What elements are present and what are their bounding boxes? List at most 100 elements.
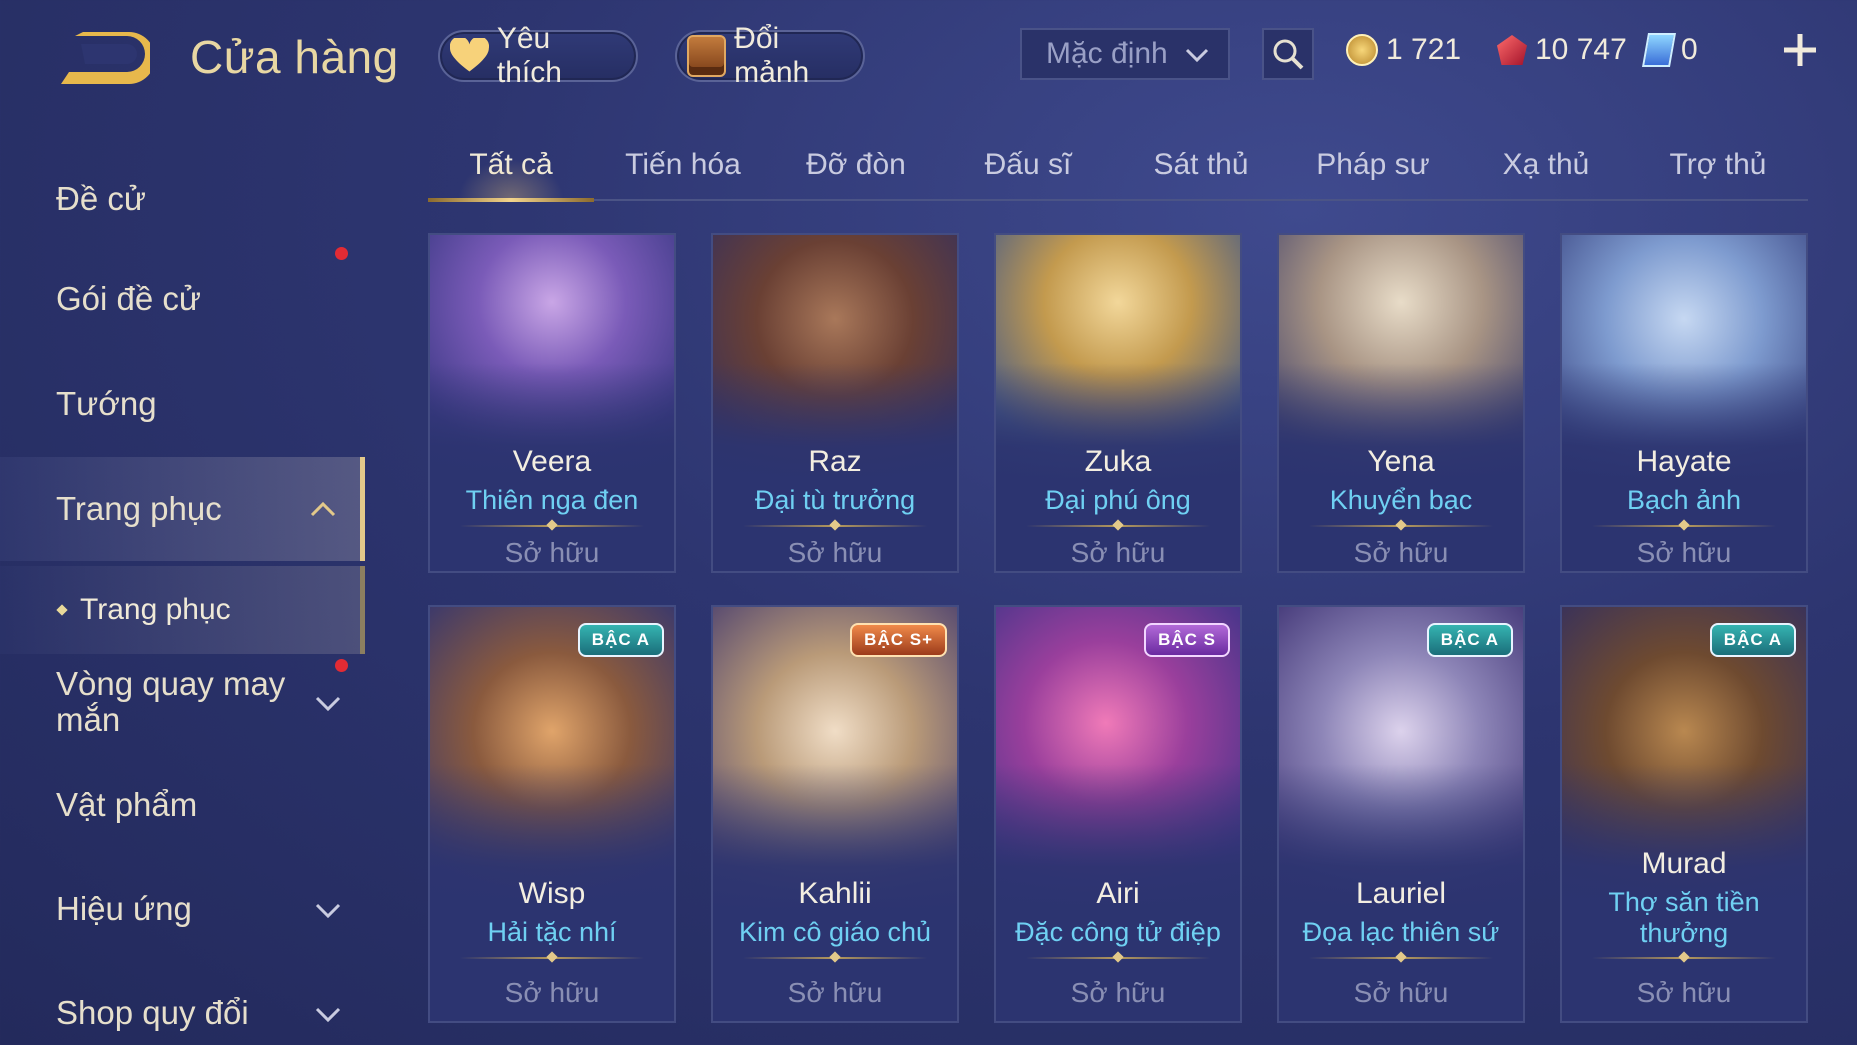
chevron-down-icon <box>315 696 341 712</box>
sidebar-subitem-skins[interactable]: Trang phục <box>0 566 365 654</box>
hero-name: Airi <box>1096 877 1140 910</box>
top-bar: Cửa hàng Yêu thích Đổi mảnh Mặc định 1 7… <box>0 0 1857 110</box>
sidebar-item-recommended[interactable]: Đề cử <box>0 154 365 244</box>
tab-mage[interactable]: Pháp sư <box>1290 135 1456 199</box>
owned-status: Sở hữu <box>787 977 883 1008</box>
ruby-icon <box>1497 35 1527 65</box>
sidebar-item-label: Vật phẩm <box>56 786 198 823</box>
owned-status: Sở hữu <box>1353 537 1449 568</box>
tab-support[interactable]: Trợ thủ <box>1635 135 1801 199</box>
favorites-button[interactable]: Yêu thích <box>438 22 638 89</box>
search-icon <box>1273 39 1304 70</box>
notification-dot <box>335 659 348 672</box>
owned-status: Sở hữu <box>1636 977 1732 1008</box>
tab-assassin[interactable]: Sát thủ <box>1118 135 1284 199</box>
sidebar-item-label: Tướng <box>56 385 157 422</box>
hero-name: Raz <box>808 445 862 478</box>
divider <box>743 525 927 527</box>
exchange-fragments-label: Đổi mảnh <box>734 22 810 89</box>
gold-coin-icon <box>1346 34 1378 66</box>
hero-name: Veera <box>512 445 592 478</box>
owned-status: Sở hữu <box>1353 977 1449 1008</box>
sidebar-item-recommended-packs[interactable]: Gói đề cử <box>0 247 365 344</box>
sidebar-item-label: Shop quy đổi <box>56 994 249 1031</box>
heart-icon <box>450 38 489 72</box>
chevron-down-icon <box>315 1007 341 1023</box>
skin-name: Bạch ảnh <box>1626 485 1742 515</box>
voucher-balance: 0 <box>1642 28 1698 72</box>
divider <box>460 525 644 527</box>
owned-status: Sở hữu <box>1070 977 1166 1008</box>
skin-name: Thiên nga đen <box>465 485 639 515</box>
sidebar-item-label: Trang phục <box>56 490 222 527</box>
search-button[interactable] <box>1262 28 1314 80</box>
chest-icon <box>687 35 727 77</box>
voucher-amount: 0 <box>1681 33 1698 66</box>
skin-card-veera[interactable]: Veera Thiên nga đen Sở hữu <box>428 233 676 573</box>
hero-name: Murad <box>1641 847 1727 880</box>
hero-name: Wisp <box>518 877 586 910</box>
skin-card-raz[interactable]: Raz Đại tù trưởng Sở hữu <box>711 233 959 573</box>
sidebar-item-skins[interactable]: Trang phục <box>0 457 365 561</box>
skin-name: Kim cô giáo chủ <box>738 917 932 947</box>
hero-name: Yena <box>1367 445 1435 478</box>
skin-card-hayate[interactable]: Hayate Bạch ảnh Sở hữu <box>1560 233 1808 573</box>
divider <box>1309 957 1493 959</box>
category-tabs: Tất cả Tiến hóa Đỡ đòn Đấu sĩ Sát thủ Ph… <box>428 135 1808 202</box>
add-currency-plus-icon[interactable] <box>1780 30 1820 70</box>
divider <box>1592 957 1776 959</box>
favorites-label: Yêu thích <box>496 22 562 89</box>
page-title: Cửa hàng <box>190 31 399 83</box>
sort-selected-value: Mặc định <box>1046 37 1168 70</box>
hero-name: Lauriel <box>1355 877 1447 910</box>
voucher-icon <box>1642 33 1676 67</box>
skin-name: Đọa lạc thiên sứ <box>1302 917 1500 947</box>
bullet-icon <box>56 604 68 616</box>
tier-badge: BẬC S+ <box>850 623 947 657</box>
exchange-fragments-button[interactable]: Đổi mảnh <box>675 22 865 89</box>
sidebar-item-label: Vòng quay may mắn <box>56 665 286 738</box>
divider <box>743 957 927 959</box>
sidebar-item-effects[interactable]: Hiệu ứng <box>0 864 365 954</box>
back-arrow-icon[interactable] <box>55 30 150 90</box>
tab-marksman[interactable]: Xạ thủ <box>1463 135 1629 199</box>
skin-card-zuka[interactable]: Zuka Đại phú ông Sở hữu <box>994 233 1242 573</box>
sidebar-item-lucky-spin[interactable]: Vòng quay may mắn <box>0 657 365 747</box>
sidebar-item-exchange-shop[interactable]: Shop quy đổi <box>0 968 365 1045</box>
skin-name: Đặc công tử điệp <box>1015 917 1221 947</box>
tier-badge: BẬC A <box>1709 623 1796 657</box>
skin-card-kahlii[interactable]: BẬC S+ Kahlii Kim cô giáo chủ Sở hữu <box>711 605 959 1023</box>
tier-badge: BẬC S <box>1144 623 1230 657</box>
skin-card-yena[interactable]: Yena Khuyển bạc Sở hữu <box>1277 233 1525 573</box>
skin-card-murad[interactable]: BẬC A Murad Thợ săn tiền thưởng Sở hữu <box>1560 605 1808 1023</box>
sort-dropdown[interactable]: Mặc định <box>1020 28 1230 80</box>
sidebar-item-label: Hiệu ứng <box>56 890 192 927</box>
hero-name: Kahlii <box>798 877 872 910</box>
skin-name: Đại phú ông <box>1045 485 1191 515</box>
hero-name: Hayate <box>1636 445 1732 478</box>
gold-amount: 1 721 <box>1386 33 1462 66</box>
skin-card-lauriel[interactable]: BẬC A Lauriel Đọa lạc thiên sứ Sở hữu <box>1277 605 1525 1023</box>
sidebar-subitem-label: Trang phục <box>80 593 231 626</box>
tab-all[interactable]: Tất cả <box>428 135 594 202</box>
tab-evolution[interactable]: Tiến hóa <box>600 135 766 199</box>
skin-card-wisp[interactable]: BẬC A Wisp Hải tặc nhí Sở hữu <box>428 605 676 1023</box>
tab-tank[interactable]: Đỡ đòn <box>773 135 939 199</box>
tab-fighter[interactable]: Đấu sĩ <box>945 135 1111 199</box>
divider <box>1026 957 1210 959</box>
owned-status: Sở hữu <box>787 537 883 568</box>
sidebar-item-items[interactable]: Vật phẩm <box>0 760 365 850</box>
skin-name: Đại tù trưởng <box>754 485 916 515</box>
gold-balance: 1 721 <box>1346 28 1461 72</box>
divider <box>1592 525 1776 527</box>
notification-dot <box>335 247 348 260</box>
sidebar-item-heroes[interactable]: Tướng <box>0 359 365 449</box>
ruby-balance: 10 747 <box>1497 28 1627 72</box>
skin-card-airi[interactable]: BẬC S Airi Đặc công tử điệp Sở hữu <box>994 605 1242 1023</box>
owned-status: Sở hữu <box>504 537 600 568</box>
chevron-down-icon <box>315 903 341 919</box>
tier-badge: BẬC A <box>577 623 664 657</box>
skin-name: Thợ săn tiền thưởng <box>1608 887 1760 948</box>
owned-status: Sở hữu <box>1636 537 1732 568</box>
owned-status: Sở hữu <box>504 977 600 1008</box>
